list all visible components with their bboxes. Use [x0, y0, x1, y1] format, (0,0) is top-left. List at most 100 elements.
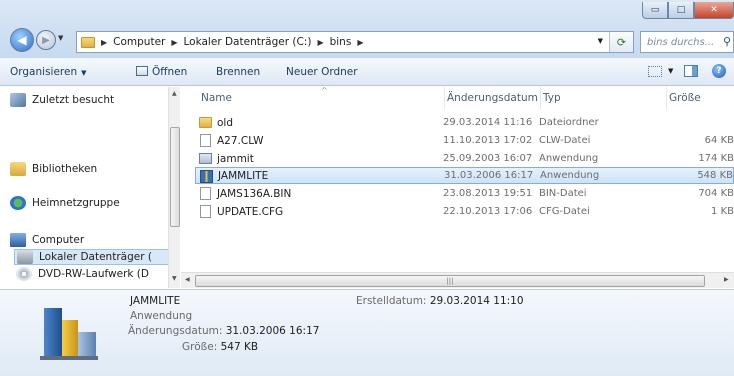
preview-pane-icon[interactable]: [684, 65, 698, 77]
nav-item-local-drive[interactable]: Lokaler Datenträger (: [14, 249, 174, 265]
chevron-down-icon: ▼: [58, 34, 64, 42]
column-label: Name: [201, 92, 232, 104]
details-size-label: Größe:: [182, 341, 218, 353]
help-icon[interactable]: ?: [712, 64, 726, 78]
file-list: Name ^ Änderungsdatum Typ Größe old 29.0…: [181, 86, 734, 288]
open-label: Öffnen: [152, 66, 188, 78]
title-bar: ▭ □ ✕ ◀ ▶ ▼ ▶ Computer ▶ Lokaler Datentr…: [0, 0, 734, 58]
command-bar: Organisieren ▼ Öffnen Brennen Neuer Ordne…: [0, 58, 734, 86]
table-row[interactable]: old 29.03.2014 11:16 Dateiordner: [195, 114, 734, 131]
details-created: Erstelldatum: 29.03.2014 11:10: [356, 295, 524, 307]
file-name: JAMMLITE: [218, 169, 269, 182]
details-size: Größe: 547 KB: [182, 341, 258, 353]
details-created-label: Erstelldatum:: [356, 295, 427, 307]
file-type: CLW-Datei: [539, 135, 591, 146]
search-placeholder: bins durchs...: [647, 36, 715, 48]
details-created-value: 29.03.2014 11:10: [429, 295, 524, 307]
file-icon: [200, 187, 211, 200]
nav-item-recent[interactable]: Zuletzt besucht: [10, 93, 114, 107]
file-type: CFG-Datei: [539, 206, 590, 217]
column-header-name[interactable]: Name ^: [201, 86, 445, 109]
breadcrumb-bins[interactable]: bins: [330, 36, 352, 48]
search-input[interactable]: bins durchs... ⚲: [640, 31, 734, 53]
nav-item-computer[interactable]: Computer: [10, 233, 84, 247]
arrow-left-icon: ◀: [17, 33, 27, 47]
refresh-button[interactable]: ⟳: [609, 32, 633, 52]
breadcrumb-drive[interactable]: Lokaler Datenträger (C:): [184, 36, 312, 48]
dvd-icon: [16, 267, 32, 281]
scroll-up-icon[interactable]: ▲: [172, 90, 177, 97]
nav-item-dvd[interactable]: DVD-RW-Laufwerk (D: [16, 267, 149, 281]
file-date: 23.08.2013 19:51: [443, 188, 533, 199]
computer-icon: [10, 233, 26, 247]
chevron-right-icon[interactable]: ▶: [171, 38, 177, 47]
recent-places-icon: [10, 93, 26, 107]
file-size: 174 KB: [698, 153, 734, 164]
chevron-right-icon[interactable]: ▶: [317, 38, 323, 47]
chevron-right-icon[interactable]: ▶: [101, 38, 107, 47]
column-label: Änderungsdatum: [447, 92, 538, 104]
table-row-selected[interactable]: JAMMLITE 31.03.2006 16:17 Anwendung 548 …: [195, 167, 734, 184]
address-bar[interactable]: ▶ Computer ▶ Lokaler Datenträger (C:) ▶ …: [76, 31, 634, 53]
nav-item-homegroup[interactable]: Heimnetzgruppe: [10, 196, 120, 210]
address-dropdown[interactable]: ▼: [598, 37, 603, 45]
search-icon[interactable]: ⚲: [723, 35, 731, 48]
jammlite-icon: [40, 308, 98, 360]
back-button[interactable]: ◀: [10, 28, 34, 52]
nav-item-label: Heimnetzgruppe: [32, 197, 120, 209]
horizontal-scrollbar[interactable]: ◀ ||| ▶: [181, 272, 734, 288]
scroll-left-icon[interactable]: ◀: [185, 276, 190, 283]
nav-item-label: Zuletzt besucht: [32, 94, 115, 106]
file-name: UPDATE.CFG: [217, 205, 284, 218]
details-modified-value: 31.03.2006 16:17: [225, 325, 320, 337]
breadcrumb-computer[interactable]: Computer: [113, 36, 165, 48]
history-dropdown[interactable]: ▼: [58, 34, 63, 42]
table-row[interactable]: JAMS136A.BIN 23.08.2013 19:51 BIN-Datei …: [195, 185, 734, 202]
table-row[interactable]: UPDATE.CFG 22.10.2013 17:06 CFG-Datei 1 …: [195, 203, 734, 220]
file-type: Anwendung: [539, 153, 599, 164]
file-date: 25.09.2003 16:07: [443, 153, 533, 164]
table-row[interactable]: jammit 25.09.2003 16:07 Anwendung 174 KB: [195, 150, 734, 167]
nav-item-label: Lokaler Datenträger (: [39, 251, 152, 263]
file-icon: [200, 134, 211, 147]
scroll-thumb[interactable]: [170, 127, 180, 227]
chevron-right-icon[interactable]: ▶: [357, 38, 363, 47]
forward-button[interactable]: ▶: [36, 30, 56, 50]
file-name: A27.CLW: [217, 134, 264, 147]
burn-button[interactable]: Brennen: [216, 66, 260, 78]
column-header-date[interactable]: Änderungsdatum: [445, 87, 541, 109]
maximize-button[interactable]: □: [668, 2, 694, 19]
minimize-button[interactable]: ▭: [642, 2, 668, 19]
view-dropdown[interactable]: ▼: [668, 67, 673, 75]
folder-icon: [199, 117, 212, 128]
file-name: jammit: [217, 152, 254, 165]
details-modified-label: Änderungsdatum:: [128, 325, 223, 337]
file-type: Anwendung: [540, 170, 600, 181]
nav-item-label: DVD-RW-Laufwerk (D: [38, 268, 149, 280]
column-header-size[interactable]: Größe: [667, 87, 734, 109]
close-button[interactable]: ✕: [694, 2, 734, 19]
view-options-icon[interactable]: [648, 66, 662, 77]
open-button[interactable]: Öffnen: [136, 66, 187, 78]
column-header-type[interactable]: Typ: [541, 87, 667, 109]
refresh-icon: ⟳: [616, 35, 627, 49]
scroll-down-icon[interactable]: ▼: [172, 275, 177, 282]
sort-ascending-icon: ^: [321, 86, 328, 95]
scroll-right-icon[interactable]: ▶: [724, 276, 729, 283]
new-folder-button[interactable]: Neuer Ordner: [286, 66, 358, 78]
navigation-pane: Zuletzt besucht Bibliotheken Heimnetzgru…: [0, 87, 180, 288]
organize-button[interactable]: Organisieren ▼: [10, 66, 87, 78]
file-date: 31.03.2006 16:17: [444, 170, 534, 181]
file-type: Dateiordner: [539, 117, 599, 128]
scroll-thumb[interactable]: |||: [195, 275, 705, 287]
file-date: 29.03.2014 11:16: [443, 117, 533, 128]
details-modified: Änderungsdatum: 31.03.2006 16:17: [128, 325, 319, 337]
chevron-down-icon: ▼: [81, 69, 87, 77]
column-label: Typ: [543, 92, 561, 104]
nav-item-libraries[interactable]: Bibliotheken: [10, 162, 97, 176]
file-name: JAMS136A.BIN: [217, 187, 292, 200]
table-row[interactable]: A27.CLW 11.10.2013 17:02 CLW-Datei 64 KB: [195, 132, 734, 149]
nav-scrollbar[interactable]: ▲ ▼: [168, 87, 180, 288]
details-file-name: JAMMLITE: [130, 295, 181, 307]
folder-icon: [81, 36, 95, 48]
